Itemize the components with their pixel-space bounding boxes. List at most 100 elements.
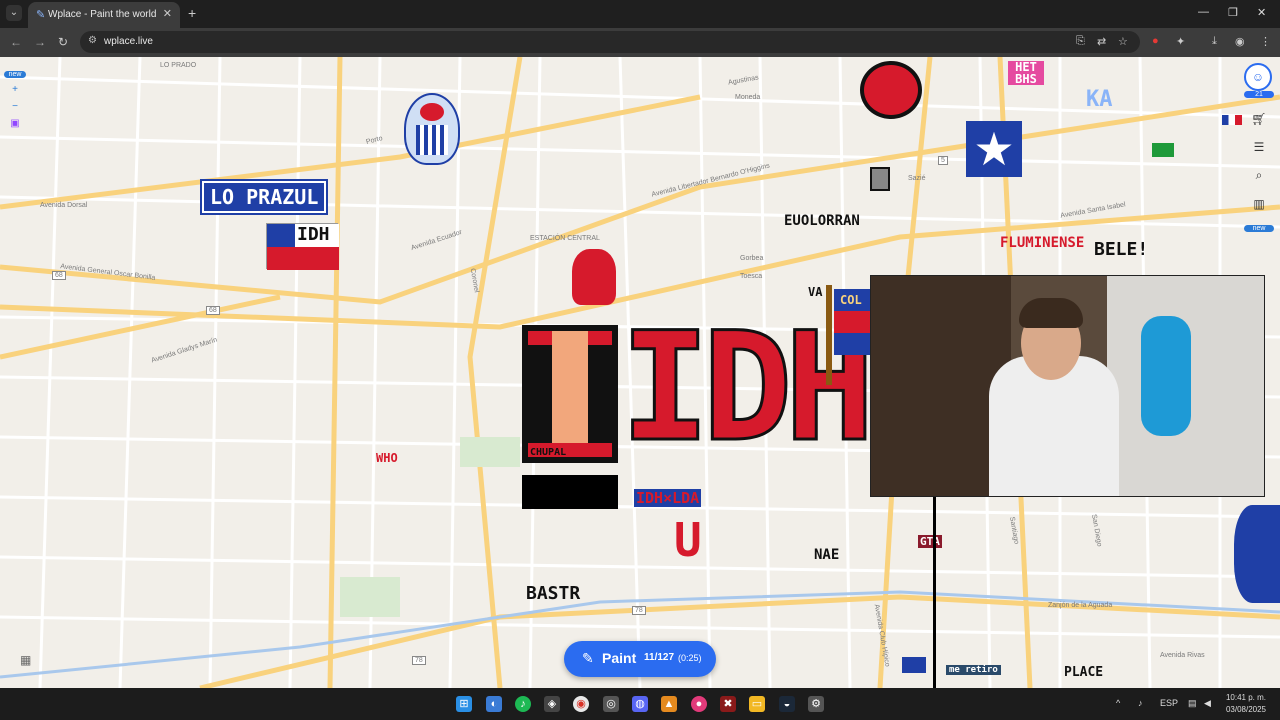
install-icon[interactable]: ⎘ <box>1076 35 1085 48</box>
map-canvas[interactable]: LO PRADO Avenida Dorsal Avenida General … <box>0 57 1280 688</box>
store-cart-icon[interactable]: 🛒︎ <box>1244 112 1274 126</box>
settings-icon[interactable]: ⚙ <box>808 696 824 712</box>
tab-close-icon[interactable]: ✕ <box>163 7 172 20</box>
spotify-icon[interactable]: ♪ <box>515 696 531 712</box>
app3-icon[interactable]: ▲ <box>661 696 677 712</box>
stats-icon[interactable]: ▥ <box>1244 197 1274 211</box>
user-avatar-icon[interactable]: ☺ <box>1244 63 1272 91</box>
new-badge-right[interactable]: new <box>1244 225 1274 232</box>
reload-icon[interactable]: ↻ <box>58 35 68 49</box>
back-icon[interactable]: ← <box>10 35 22 49</box>
brazil-flag-art <box>1152 143 1174 157</box>
app-icon[interactable]: ◈ <box>544 696 560 712</box>
tray-chevron-icon[interactable]: ^ <box>1116 698 1120 708</box>
street-label: Sazié <box>908 175 926 182</box>
steam-icon[interactable]: ◒ <box>779 696 795 712</box>
clock[interactable]: 10:41 p. m. 03/08/2025 <box>1226 692 1266 716</box>
profile-icon[interactable]: ◉ <box>1235 35 1245 48</box>
ka-text: KA <box>1086 87 1113 112</box>
face-art <box>860 61 922 119</box>
app2-icon[interactable]: ◎ <box>603 696 619 712</box>
paint-label: Paint <box>602 650 637 666</box>
tab-title: Wplace - Paint the world <box>48 9 157 20</box>
app5-icon[interactable]: ✖ <box>720 696 736 712</box>
star-art: ★ <box>966 121 1022 177</box>
tab-search-icon[interactable]: ⌄ <box>6 5 22 21</box>
street-label: LO PRADO <box>160 62 197 69</box>
va-text: VA <box>808 285 823 299</box>
close-window-icon[interactable]: ✕ <box>1257 6 1266 19</box>
street-label: ESTACIÓN CENTRAL <box>530 235 600 242</box>
france-flag-art <box>1222 115 1242 125</box>
microphone-icon[interactable]: ♪ <box>1138 698 1143 708</box>
chat-overlay-text: me retiro <box>946 665 1001 675</box>
browser-toolbar: ← → ↻ ⚙ wplace.live ⎘ ⇄ ☆ ● ✦ ⤓ ◉ ⋮ <box>0 28 1280 57</box>
zoom-in-icon[interactable]: + <box>4 84 26 95</box>
route-badge: 68 <box>52 271 66 280</box>
zoom-out-icon[interactable]: − <box>4 101 26 112</box>
black-block <box>522 475 618 509</box>
fluminense-text: FLUMINENSE <box>1000 235 1085 251</box>
network-icon[interactable]: ▤ <box>1188 698 1197 709</box>
menu-icon[interactable]: ⋮ <box>1260 35 1271 48</box>
start-icon[interactable]: ⊞ <box>456 696 472 712</box>
minimize-icon[interactable]: — <box>1198 6 1209 18</box>
street-label: Avenida Rivas <box>1160 652 1205 659</box>
chrome-icon[interactable]: ◉ <box>573 696 589 712</box>
red-figure-art <box>572 249 616 305</box>
search-icon[interactable]: ⌕ <box>1244 168 1274 183</box>
grid-icon[interactable]: ▦ <box>20 653 31 667</box>
language-indicator[interactable]: ESP <box>1160 698 1178 708</box>
tab-active[interactable]: ✎ Wplace - Paint the world ✕ <box>28 2 180 28</box>
tab-bar: ⌄ ✎ Wplace - Paint the world ✕ + — ❐ ✕ <box>0 0 1280 28</box>
paint-button[interactable]: ✎ Paint 11/127 (0:25) <box>564 641 716 677</box>
idh-small-text: IDH <box>297 224 330 245</box>
user-count-badge: 21 <box>1244 91 1274 98</box>
copilot-icon[interactable]: ◐ <box>486 696 502 712</box>
new-badge[interactable]: new <box>4 71 26 78</box>
volume-icon[interactable]: ◀ <box>1204 698 1211 709</box>
bookmark-star-icon[interactable]: ☆ <box>1118 35 1128 48</box>
euolorran-text: EUOLORRAN <box>784 213 860 229</box>
url-text: wplace.live <box>104 36 153 47</box>
address-bar[interactable]: ⚙ wplace.live <box>80 31 1140 53</box>
route-badge: 5 <box>938 156 948 165</box>
twitch-icon[interactable]: ▣ <box>4 118 26 129</box>
discord-icon[interactable]: ◍ <box>632 696 648 712</box>
translate-icon[interactable]: ⇄ <box>1097 35 1106 48</box>
route-badge: 78 <box>632 606 646 615</box>
site-info-icon[interactable]: ⚙ <box>88 35 97 46</box>
leaderboard-icon[interactable]: ☰ <box>1244 140 1274 154</box>
street-label: Avenida Dorsal <box>40 202 88 209</box>
download-icon[interactable]: ⤓ <box>1212 35 1217 48</box>
street-label: Toesca <box>740 273 763 280</box>
street-label: Gorbea <box>740 255 764 262</box>
forward-icon[interactable]: → <box>34 35 46 49</box>
app4-icon[interactable]: ● <box>691 696 707 712</box>
extension-icon[interactable]: ● <box>1152 35 1159 47</box>
street-label: Moneda <box>735 94 761 101</box>
route-badge: 78 <box>412 656 426 665</box>
file-explorer-icon[interactable]: ▭ <box>749 696 765 712</box>
lo-prazul-art: LO PRAZUL <box>199 179 329 215</box>
u-art: U <box>674 513 702 567</box>
u-shield-art <box>1234 505 1280 603</box>
right-toolbar: ☺ 21 🛒︎ ☰ ⌕ ▥ new <box>1244 63 1274 246</box>
blue-pixel-block <box>902 657 926 673</box>
clock-date: 03/08/2025 <box>1225 705 1266 714</box>
gta-text: GTA <box>918 535 942 548</box>
owl-art <box>404 93 460 165</box>
het-bhs-text: HET BHS <box>1008 61 1044 85</box>
restore-icon[interactable]: ❐ <box>1228 6 1238 19</box>
gaming-chair <box>1141 316 1191 436</box>
webcam-overlay <box>870 275 1265 497</box>
chupal-text: CHUPAL <box>530 447 567 458</box>
idh-flag-small: IDH <box>266 223 339 270</box>
black-line <box>933 495 936 688</box>
extensions-puzzle-icon[interactable]: ✦ <box>1176 35 1185 48</box>
idh-lda-text: IDH×LDA <box>634 489 702 507</box>
person-hair <box>1019 298 1083 328</box>
new-tab-icon[interactable]: + <box>188 5 196 21</box>
idh-letter-i: CHUPAL <box>522 325 618 463</box>
col-flag: COL <box>834 289 870 357</box>
